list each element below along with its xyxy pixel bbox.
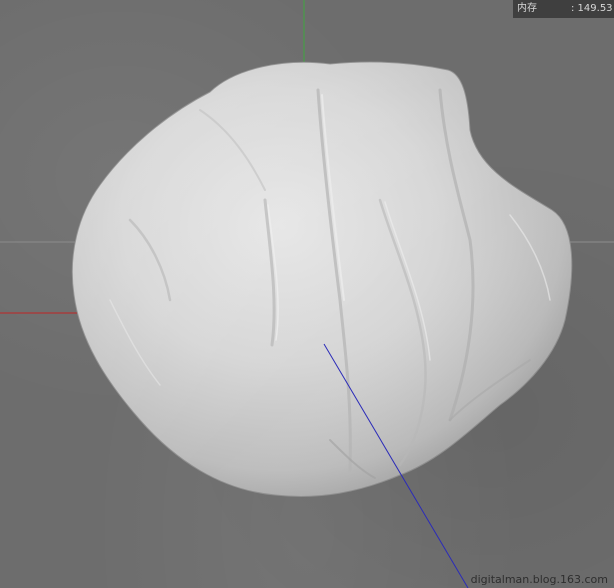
viewport-scene[interactable] [0, 0, 614, 588]
memory-value: : 149.53 [571, 3, 613, 14]
memory-label: 内存 [517, 3, 537, 14]
3d-viewport[interactable]: 内存 : 149.53 digitalman.blog.163.com [0, 0, 614, 588]
watermark-text: digitalman.blog.163.com [470, 573, 608, 586]
memory-readout: 内存 : 149.53 [513, 0, 614, 18]
